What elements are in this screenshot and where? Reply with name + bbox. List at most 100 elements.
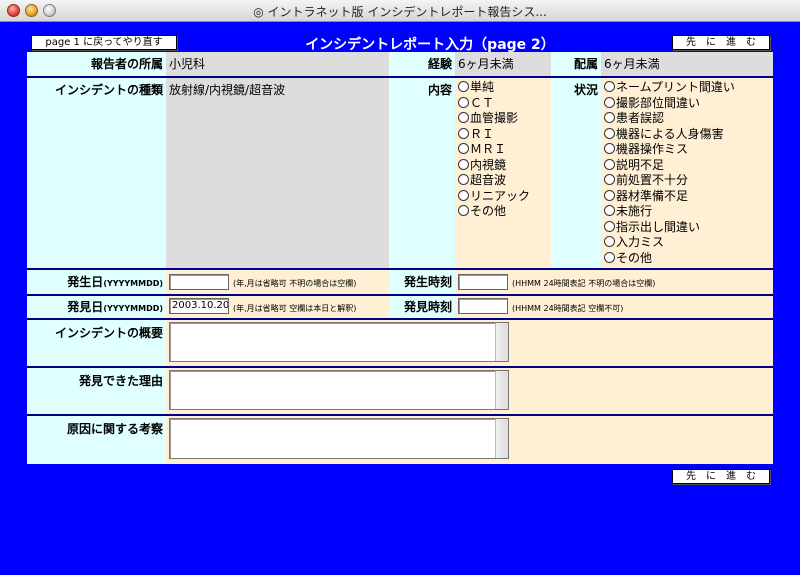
radio-button-icon[interactable] <box>604 205 615 217</box>
discovery-date-input[interactable]: 2003.10.20 <box>169 298 229 314</box>
content-radio-option[interactable]: 単純 <box>455 79 551 95</box>
radio-button-icon[interactable] <box>604 236 615 248</box>
window-title: ◎ イントラネット版 インシデントレポート報告シス... <box>253 5 547 19</box>
status-radio-option[interactable]: 撮影部位間違い <box>601 95 773 111</box>
radio-button-icon[interactable] <box>604 81 615 93</box>
incident-type-value: 放射線/内視鏡/超音波 <box>166 78 389 268</box>
back-to-page1-button[interactable]: page 1 に戻ってやり直す <box>31 35 177 50</box>
content-radio-option[interactable]: リニアック <box>455 188 551 204</box>
status-radio-label: 未施行 <box>616 204 653 219</box>
status-radio-label: 前処置不十分 <box>616 173 689 188</box>
status-radio-label: その他 <box>616 250 653 265</box>
occurrence-time-cell: (HHMM 24時間表記 不明の場合は空欄) <box>455 270 773 294</box>
content-label: 内容 <box>389 78 455 268</box>
content-radio-option[interactable]: 内視鏡 <box>455 157 551 173</box>
status-radio-option[interactable]: 指示出し間違い <box>601 219 773 235</box>
status-radio-label: 器材準備不足 <box>616 188 689 203</box>
occurrence-date-label: 発生日(YYYYMMDD) <box>27 270 166 294</box>
radio-button-icon[interactable] <box>604 112 615 124</box>
incident-form: 報告者の所属 小児科 経験 6ヶ月未満 配属 6ヶ月未満 インシデントの種類 放… <box>27 52 773 464</box>
radio-button-icon[interactable] <box>458 189 469 201</box>
radio-button-icon[interactable] <box>458 143 469 155</box>
content-radio-option[interactable]: 血管撮影 <box>455 110 551 126</box>
radio-button-icon[interactable] <box>604 220 615 232</box>
content-radio-option[interactable]: ＭＲＩ <box>455 141 551 157</box>
cause-textarea[interactable] <box>169 418 509 459</box>
radio-button-icon[interactable] <box>458 174 469 186</box>
status-radio-label: 指示出し間違い <box>616 219 701 234</box>
occurrence-date-format: (YYYYMMDD) <box>103 279 163 288</box>
radio-button-icon[interactable] <box>458 158 469 170</box>
cause-label: 原因に関する考察 <box>27 416 166 464</box>
content-radio-option[interactable]: ＣＴ <box>455 95 551 111</box>
status-label: 状況 <box>551 78 601 268</box>
radio-button-icon[interactable] <box>604 96 615 108</box>
cause-scrollbar[interactable] <box>495 419 508 458</box>
discovery-date-cell: 2003.10.20 (年,月は省略可 空欄は本日と解釈) <box>166 296 389 318</box>
status-radio-option[interactable]: ネームプリント間違い <box>601 79 773 95</box>
status-radio-option[interactable]: 入力ミス <box>601 234 773 250</box>
content-radio-label: 内視鏡 <box>470 157 507 172</box>
next-button-top[interactable]: 先 に 進 む <box>672 35 770 50</box>
occurrence-time-label: 発生時刻 <box>389 270 455 294</box>
occurrence-time-note: (HHMM 24時間表記 不明の場合は空欄) <box>512 279 656 288</box>
status-radio-option[interactable]: 機器操作ミス <box>601 141 773 157</box>
summary-textarea[interactable] <box>169 322 509 362</box>
radio-button-icon[interactable] <box>458 81 469 93</box>
radio-button-icon[interactable] <box>458 112 469 124</box>
radio-button-icon[interactable] <box>604 189 615 201</box>
content-radio-label: ＣＴ <box>470 95 495 110</box>
status-radio-label: ネームプリント間違い <box>616 80 735 95</box>
next-button-bottom[interactable]: 先 に 進 む <box>672 469 770 484</box>
content-radio-label: ＭＲＩ <box>470 142 507 157</box>
content-radio-label: 単純 <box>470 80 495 95</box>
radio-button-icon[interactable] <box>604 143 615 155</box>
reporter-dept-value: 小児科 <box>166 52 389 76</box>
status-radio-option[interactable]: 説明不足 <box>601 157 773 173</box>
reason-textarea[interactable] <box>169 370 509 410</box>
discovery-date-format: (YYYYMMDD) <box>103 304 163 313</box>
status-radio-option[interactable]: 患者誤認 <box>601 110 773 126</box>
radio-button-icon[interactable] <box>458 205 469 217</box>
experience-label: 経験 <box>389 52 455 76</box>
discovery-time-note: (HHMM 24時間表記 空欄不可) <box>512 304 624 313</box>
discovery-time-cell: (HHMM 24時間表記 空欄不可) <box>455 296 773 318</box>
status-radio-label: 説明不足 <box>616 157 665 172</box>
reason-scrollbar[interactable] <box>495 371 508 409</box>
reporter-dept-label: 報告者の所属 <box>27 52 166 76</box>
occurrence-date-input[interactable] <box>169 274 229 290</box>
content-radio-label: リニアック <box>470 188 531 203</box>
content-radio-option[interactable]: 超音波 <box>455 172 551 188</box>
status-radio-option[interactable]: その他 <box>601 250 773 266</box>
radio-button-icon[interactable] <box>604 127 615 139</box>
reason-cell <box>166 368 773 414</box>
content-radio-option[interactable]: ＲＩ <box>455 126 551 142</box>
status-radio-option[interactable]: 機器による人身傷害 <box>601 126 773 142</box>
status-radio-label: 機器操作ミス <box>616 142 689 157</box>
status-radio-label: 機器による人身傷害 <box>616 126 724 141</box>
radio-button-icon[interactable] <box>604 158 615 170</box>
status-radio-list: ネームプリント間違い 撮影部位間違い 患者誤認 機器による人身傷害 機器操作ミス 説明不足… <box>601 78 773 265</box>
occurrence-date-note: (年,月は省略可 不明の場合は空欄) <box>233 279 357 288</box>
status-radio-label: 患者誤認 <box>616 111 665 126</box>
summary-cell <box>166 320 773 366</box>
occurrence-time-input[interactable] <box>458 274 508 290</box>
radio-button-icon[interactable] <box>604 251 615 263</box>
content-radio-label: その他 <box>470 204 507 219</box>
status-options: ネームプリント間違い 撮影部位間違い 患者誤認 機器による人身傷害 機器操作ミス 説明不足… <box>601 78 773 268</box>
radio-button-icon[interactable] <box>458 127 469 139</box>
discovery-time-label: 発見時刻 <box>389 296 455 318</box>
content-radio-label: ＲＩ <box>470 126 495 141</box>
status-radio-option[interactable]: 器材準備不足 <box>601 188 773 204</box>
discovery-time-input[interactable] <box>458 298 508 314</box>
assignment-label: 配属 <box>551 52 601 76</box>
status-radio-option[interactable]: 前処置不十分 <box>601 172 773 188</box>
assignment-value: 6ヶ月未満 <box>601 52 773 76</box>
radio-button-icon[interactable] <box>604 174 615 186</box>
radio-button-icon[interactable] <box>458 96 469 108</box>
content-radio-option[interactable]: その他 <box>455 203 551 219</box>
status-radio-option[interactable]: 未施行 <box>601 203 773 219</box>
cause-cell <box>166 416 773 464</box>
discovery-date-label: 発見日(YYYYMMDD) <box>27 296 166 318</box>
summary-scrollbar[interactable] <box>495 323 508 361</box>
